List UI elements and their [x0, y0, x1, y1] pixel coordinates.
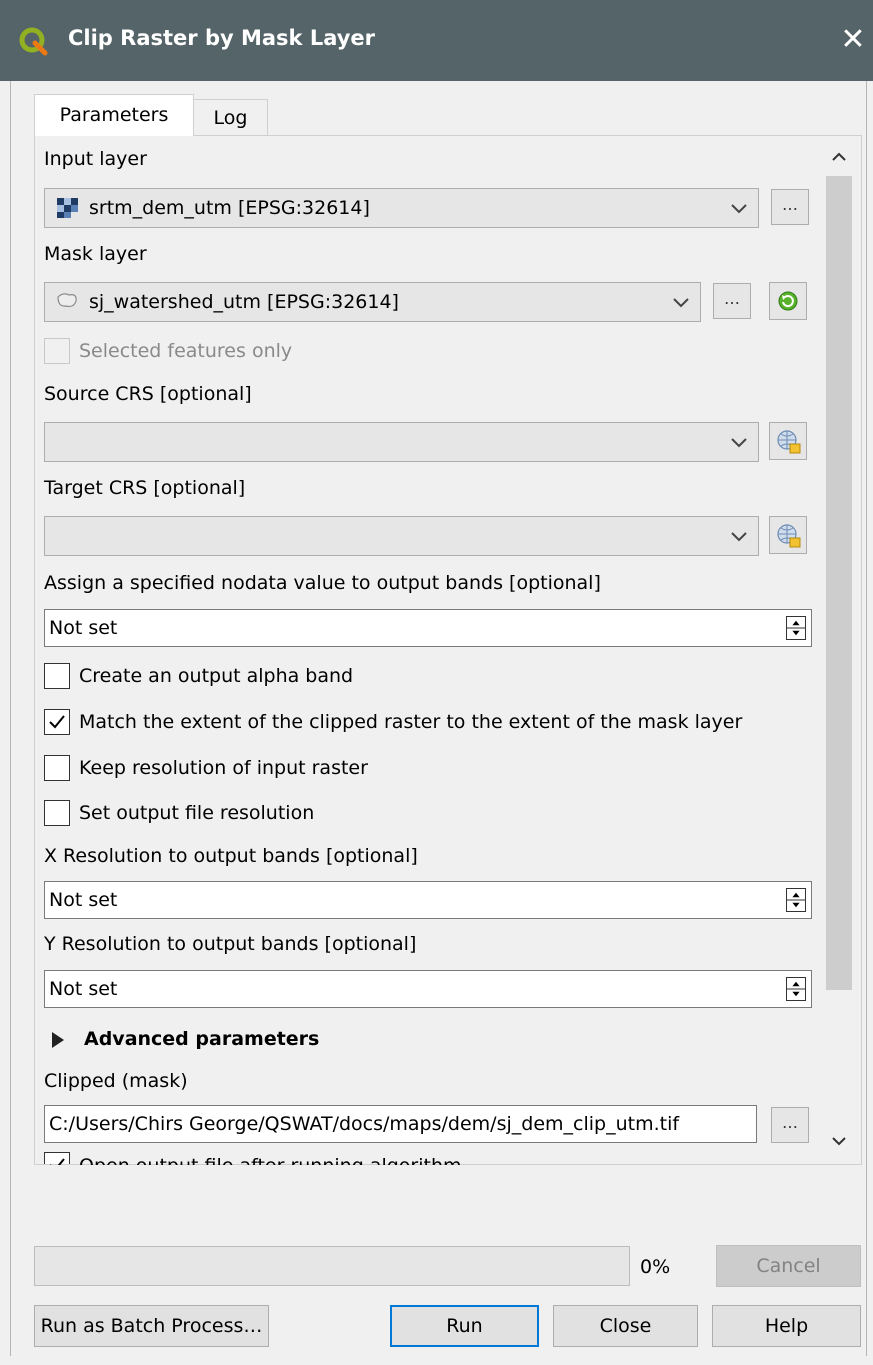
- x-resolution-spinbox[interactable]: Not set: [44, 881, 812, 919]
- open-output-label: Open output file after running algorithm: [79, 1155, 462, 1165]
- open-output-clip: Open output file after running algorithm: [79, 1152, 462, 1165]
- output-path-value: C:/Users/Chirs George/QSWAT/docs/maps/de…: [49, 1113, 680, 1135]
- title-bar: Clip Raster by Mask Layer ✕: [0, 0, 873, 81]
- checkmark-icon: [49, 715, 65, 729]
- run-as-batch-button[interactable]: Run as Batch Process…: [34, 1305, 269, 1347]
- match-extent-label: Match the extent of the clipped raster t…: [79, 711, 743, 733]
- scroll-up-arrow-icon[interactable]: [826, 144, 852, 170]
- selected-features-only-checkbox[interactable]: [44, 338, 70, 364]
- output-browse-button[interactable]: …: [771, 1107, 809, 1143]
- advanced-parameters-toggle[interactable]: Advanced parameters: [50, 1026, 370, 1054]
- close-window-button[interactable]: ✕: [836, 20, 870, 60]
- polygon-layer-icon: [57, 293, 77, 308]
- nodata-value: Not set: [49, 617, 118, 639]
- iterate-icon: [778, 291, 798, 311]
- keep-resolution-checkbox[interactable]: [44, 755, 70, 781]
- tab-log[interactable]: Log: [193, 99, 268, 136]
- input-layer-value: srtm_dem_utm [EPSG:32614]: [89, 197, 370, 219]
- progress-bar: [34, 1246, 630, 1286]
- chevron-down-icon[interactable]: [728, 195, 750, 221]
- mask-layer-value: sj_watershed_utm [EPSG:32614]: [89, 291, 399, 313]
- chevron-down-icon[interactable]: [728, 429, 750, 455]
- qgis-logo-icon: [19, 27, 48, 56]
- checkmark-icon: [50, 1158, 65, 1165]
- target-crs-combo[interactable]: [44, 516, 759, 556]
- set-resolution-checkbox[interactable]: [44, 800, 70, 826]
- crs-selector-icon: [777, 430, 801, 454]
- match-extent-checkbox[interactable]: [44, 709, 70, 735]
- chevron-down-icon[interactable]: [728, 523, 750, 549]
- alpha-band-checkbox[interactable]: [44, 663, 70, 689]
- input-layer-combo[interactable]: srtm_dem_utm [EPSG:32614]: [44, 188, 759, 228]
- source-crs-label: Source CRS [optional]: [44, 383, 252, 405]
- window-title: Clip Raster by Mask Layer: [68, 26, 376, 50]
- y-resolution-spinbox[interactable]: Not set: [44, 970, 812, 1008]
- selected-features-only-label: Selected features only: [79, 340, 293, 362]
- y-resolution-value: Not set: [49, 978, 118, 1000]
- tab-parameters[interactable]: Parameters: [34, 94, 194, 136]
- crs-selector-icon: [777, 524, 801, 548]
- iterate-button[interactable]: [769, 282, 807, 320]
- input-layer-label: Input layer: [44, 148, 147, 170]
- x-resolution-label: X Resolution to output bands [optional]: [44, 845, 418, 867]
- mask-layer-combo[interactable]: sj_watershed_utm [EPSG:32614]: [44, 282, 701, 322]
- x-resolution-value: Not set: [49, 889, 118, 911]
- mask-layer-label: Mask layer: [44, 243, 147, 265]
- advanced-parameters-label: Advanced parameters: [84, 1028, 320, 1050]
- run-button[interactable]: Run: [390, 1305, 539, 1347]
- mask-layer-browse-button[interactable]: …: [713, 283, 751, 319]
- nodata-spinbox[interactable]: Not set: [44, 609, 812, 647]
- scroll-down-arrow-icon[interactable]: [826, 1128, 852, 1154]
- spin-arrows-icon[interactable]: [786, 888, 806, 912]
- target-crs-select-button[interactable]: [769, 516, 807, 554]
- output-label: Clipped (mask): [44, 1070, 188, 1092]
- alpha-band-label: Create an output alpha band: [79, 665, 354, 687]
- source-crs-combo[interactable]: [44, 422, 759, 462]
- raster-layer-icon: [57, 198, 78, 218]
- nodata-label: Assign a specified nodata value to outpu…: [44, 572, 601, 594]
- set-resolution-label: Set output file resolution: [79, 802, 315, 824]
- y-resolution-label: Y Resolution to output bands [optional]: [44, 933, 417, 955]
- open-output-checkbox[interactable]: [44, 1152, 70, 1165]
- chevron-down-icon[interactable]: [670, 289, 692, 315]
- scrollbar-thumb[interactable]: [826, 176, 852, 990]
- spin-arrows-icon[interactable]: [786, 977, 806, 1001]
- progress-percent: 0%: [640, 1256, 671, 1278]
- input-layer-browse-button[interactable]: …: [771, 189, 809, 225]
- keep-resolution-label: Keep resolution of input raster: [79, 757, 368, 779]
- expand-arrow-icon: [52, 1032, 64, 1048]
- source-crs-select-button[interactable]: [769, 422, 807, 460]
- target-crs-label: Target CRS [optional]: [44, 477, 246, 499]
- cancel-button[interactable]: Cancel: [716, 1245, 861, 1287]
- output-path-field[interactable]: C:/Users/Chirs George/QSWAT/docs/maps/de…: [44, 1105, 757, 1143]
- close-button[interactable]: Close: [553, 1305, 698, 1347]
- help-button[interactable]: Help: [712, 1305, 861, 1347]
- spin-arrows-icon[interactable]: [786, 616, 806, 640]
